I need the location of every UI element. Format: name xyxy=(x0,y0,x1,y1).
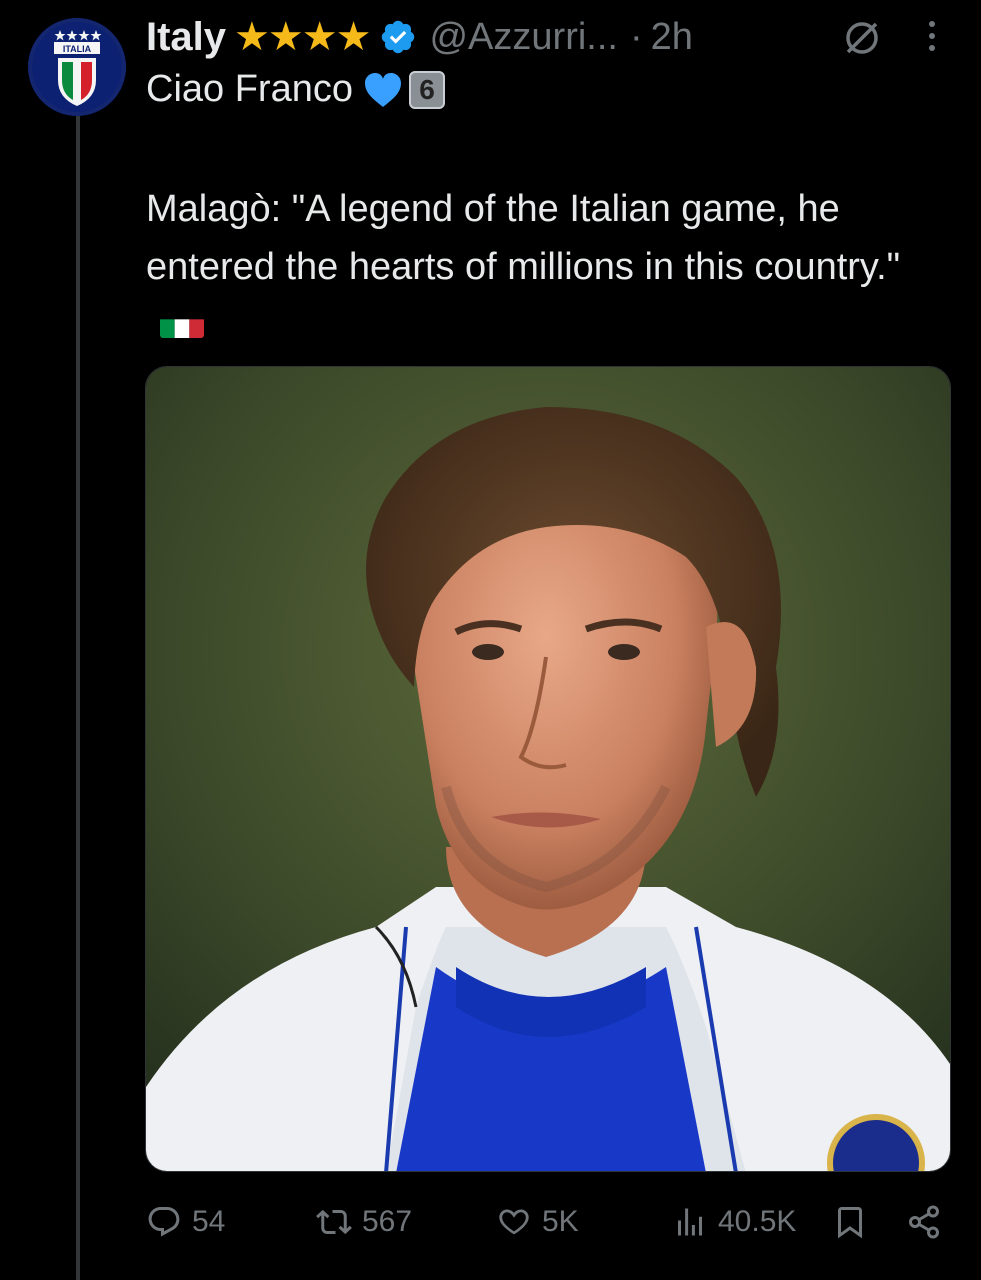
post-body: Malagò: "A legend of the Italian game, h… xyxy=(146,180,946,354)
avatar[interactable]: ITALIA xyxy=(28,18,126,116)
like-icon xyxy=(499,1209,529,1235)
reply-icon xyxy=(148,1207,180,1237)
like-button[interactable]: 5K xyxy=(496,1192,579,1252)
post-timestamp[interactable]: 2h xyxy=(651,16,693,59)
separator-dot: · xyxy=(629,15,643,58)
repost-button[interactable]: 567 xyxy=(316,1192,412,1252)
share-button[interactable] xyxy=(906,1192,942,1252)
views-icon xyxy=(678,1208,702,1236)
more-options-icon[interactable] xyxy=(920,16,944,56)
post-first-line-text: Ciao Franco xyxy=(146,68,353,110)
blue-heart-icon xyxy=(364,72,401,107)
bookmark-icon xyxy=(838,1207,862,1239)
grok-icon[interactable] xyxy=(842,18,882,58)
stars-emoji: ★ ★ ★ ★ xyxy=(234,15,372,59)
star-icon: ★ xyxy=(335,15,372,59)
player-portrait-image xyxy=(146,367,950,1171)
like-count: 5K xyxy=(542,1205,579,1238)
star-icon: ★ xyxy=(267,15,304,59)
star-icon: ★ xyxy=(234,15,270,59)
post-body-text: Malagò: "A legend of the Italian game, h… xyxy=(146,188,901,288)
thread-line xyxy=(76,112,80,1280)
views-button[interactable]: 40.5K xyxy=(672,1192,796,1252)
reply-button[interactable]: 54 xyxy=(146,1192,225,1252)
bookmark-button[interactable] xyxy=(832,1192,868,1252)
author-handle[interactable]: @Azzurri... xyxy=(429,16,617,59)
italy-flag-icon xyxy=(160,308,204,338)
post-header: Italy ★ ★ ★ ★ @Azzurri... · 2h xyxy=(146,10,693,64)
star-icon: ★ xyxy=(301,15,338,59)
verified-badge-icon[interactable] xyxy=(379,18,417,56)
share-icon xyxy=(909,1205,939,1239)
author-name[interactable]: Italy xyxy=(146,15,226,60)
views-count: 40.5K xyxy=(718,1205,797,1238)
reply-count: 54 xyxy=(192,1205,226,1238)
action-bar: 54 567 5K 40.5K xyxy=(0,1192,981,1252)
post-photo[interactable] xyxy=(145,366,951,1172)
keycap-six-emoji: 6 xyxy=(408,70,445,109)
repost-count: 567 xyxy=(362,1205,413,1238)
repost-icon xyxy=(316,1209,352,1235)
post-first-line: Ciao Franco 6 xyxy=(146,68,445,111)
